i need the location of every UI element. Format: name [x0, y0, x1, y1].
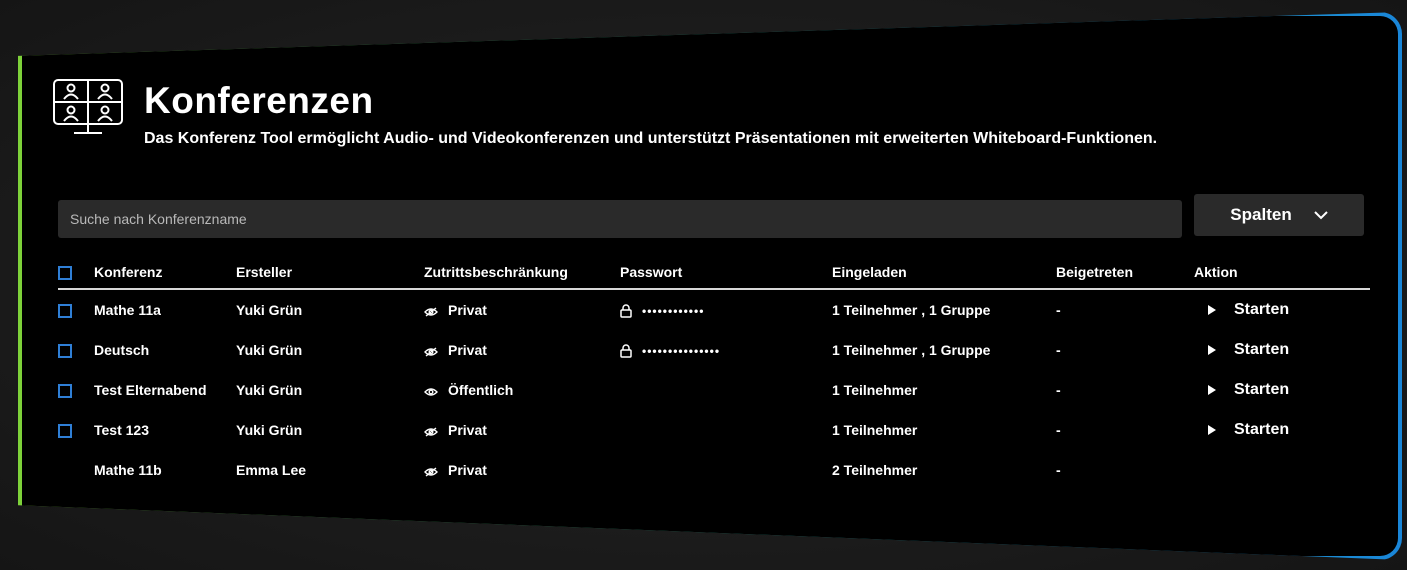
play-icon — [1208, 345, 1216, 356]
start-button[interactable]: Starten — [1194, 381, 1370, 399]
column-header-invited[interactable]: Eingeladen — [832, 258, 1056, 289]
password-cell: •••••••••••• — [620, 289, 832, 330]
start-button[interactable]: Starten — [1194, 301, 1370, 319]
window-border: Konferenzen Das Konferenz Tool ermöglich… — [18, 12, 1402, 560]
start-button[interactable]: Starten — [1194, 421, 1370, 439]
table-header-row: Konferenz Ersteller Zutrittsbeschränkung… — [58, 258, 1370, 290]
conference-name: Deutsch — [94, 342, 150, 359]
access-label: Privat — [448, 422, 487, 439]
eye-slash-icon — [424, 467, 438, 477]
access-cell: Privat — [424, 330, 620, 370]
password-cell — [620, 450, 832, 490]
joined-cell: - — [1056, 382, 1061, 399]
invited-cell: 1 Teilnehmer , 1 Gruppe — [832, 302, 991, 319]
conference-panel: Konferenzen Das Konferenz Tool ermöglich… — [22, 16, 1398, 556]
conference-name: Test 123 — [94, 422, 149, 439]
row-checkbox[interactable] — [58, 384, 72, 399]
joined-cell: - — [1056, 462, 1061, 479]
password-mask: ••••••••••••••• — [642, 344, 721, 359]
play-icon — [1208, 425, 1216, 436]
column-header-action: Aktion — [1194, 264, 1238, 281]
access-cell: Privat — [424, 410, 620, 450]
column-header-creator[interactable]: Ersteller — [236, 258, 424, 289]
access-label: Privat — [448, 462, 487, 479]
start-button[interactable]: Starten — [1194, 341, 1370, 359]
columns-button-label: Spalten — [1230, 205, 1292, 224]
select-all-checkbox[interactable] — [58, 266, 72, 281]
access-cell: Privat — [424, 289, 620, 330]
row-checkbox[interactable] — [58, 424, 72, 439]
joined-cell: - — [1056, 302, 1061, 319]
invited-cell: 1 Teilnehmer , 1 Gruppe — [832, 342, 991, 359]
header-text: Konferenzen Das Konferenz Tool ermöglich… — [144, 78, 1157, 148]
conference-creator: Yuki Grün — [236, 422, 303, 439]
access-cell: Öffentlich — [424, 370, 620, 410]
play-icon — [1208, 385, 1216, 396]
row-checkbox[interactable] — [58, 344, 72, 359]
invited-cell: 1 Teilnehmer — [832, 382, 918, 399]
page-header: Konferenzen Das Konferenz Tool ermöglich… — [52, 78, 1157, 148]
chevron-down-icon — [1313, 211, 1328, 220]
table-row[interactable]: Test Elternabend Yuki Grün Öffentlich 1 … — [58, 370, 1370, 410]
action-cell — [1194, 450, 1370, 490]
joined-cell: - — [1056, 342, 1061, 359]
access-label: Privat — [448, 342, 487, 359]
table-row[interactable]: Mathe 11a Yuki Grün Privat •••••••••••• … — [58, 289, 1370, 330]
page-title: Konferenzen — [144, 80, 374, 121]
start-button-label: Starten — [1234, 341, 1290, 359]
table-row[interactable]: Test 123 Yuki Grün Privat 1 Teilnehmer -… — [58, 410, 1370, 450]
table-row[interactable]: Deutsch Yuki Grün Privat •••••••••••••••… — [58, 330, 1370, 370]
conference-creator: Yuki Grün — [236, 382, 303, 399]
eye-slash-icon — [424, 347, 438, 357]
play-icon — [1208, 305, 1216, 316]
table-row[interactable]: Mathe 11b Emma Lee Privat 2 Teilnehmer - — [58, 450, 1370, 490]
password-cell — [620, 410, 832, 450]
eye-slash-icon — [424, 307, 438, 317]
joined-cell: - — [1056, 422, 1061, 439]
column-header-conference[interactable]: Konferenz — [94, 258, 236, 289]
start-button-label: Starten — [1234, 421, 1290, 439]
access-cell: Privat — [424, 450, 620, 490]
eye-icon — [424, 387, 438, 396]
video-conference-icon — [53, 79, 123, 134]
start-button-label: Starten — [1234, 381, 1290, 399]
password-cell — [620, 370, 832, 410]
password-mask: •••••••••••• — [642, 304, 705, 319]
eye-slash-icon — [424, 427, 438, 437]
invited-cell: 2 Teilnehmer — [832, 462, 918, 479]
password-cell: ••••••••••••••• — [620, 330, 832, 370]
columns-button[interactable]: Spalten — [1194, 194, 1364, 236]
conference-creator: Yuki Grün — [236, 342, 303, 359]
start-button-label: Starten — [1234, 301, 1290, 319]
conference-creator: Yuki Grün — [236, 302, 303, 319]
lock-icon — [620, 344, 632, 359]
row-checkbox[interactable] — [58, 304, 72, 319]
access-label: Privat — [448, 302, 487, 319]
page-subtitle: Das Konferenz Tool ermöglicht Audio- und… — [144, 130, 1158, 147]
conference-name: Test Elternabend — [94, 382, 207, 399]
conference-name: Mathe 11a — [94, 302, 161, 319]
conference-table: Konferenz Ersteller Zutrittsbeschränkung… — [58, 258, 1370, 490]
invited-cell: 1 Teilnehmer — [832, 422, 918, 439]
column-header-joined[interactable]: Beigetreten — [1056, 258, 1194, 289]
conference-creator: Emma Lee — [236, 462, 307, 479]
search-input[interactable] — [58, 200, 1182, 238]
conference-name: Mathe 11b — [94, 462, 162, 479]
lock-icon — [620, 304, 632, 319]
column-header-access[interactable]: Zutrittsbeschränkung — [424, 258, 620, 289]
column-header-password[interactable]: Passwort — [620, 258, 832, 289]
access-label: Öffentlich — [448, 382, 514, 399]
